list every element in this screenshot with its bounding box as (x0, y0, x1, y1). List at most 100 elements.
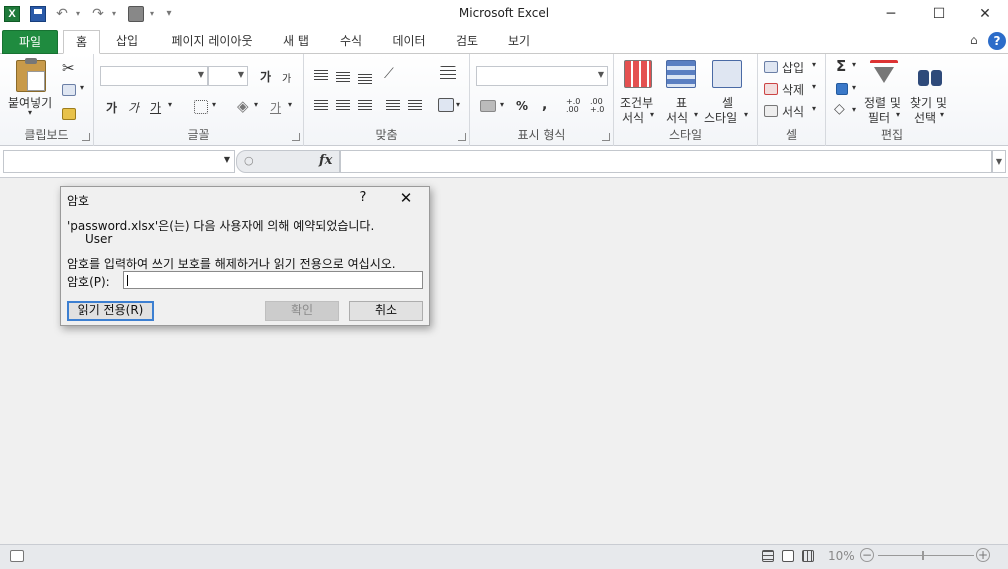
format-dropdown-icon[interactable]: ▾ (812, 104, 816, 113)
macro-record-icon[interactable] (10, 550, 24, 562)
zoom-out-button[interactable]: − (860, 548, 874, 562)
align-bottom-icon[interactable] (358, 74, 372, 85)
font-color-dropdown-icon[interactable]: ▾ (288, 100, 292, 109)
borders-icon[interactable] (194, 100, 208, 114)
zoom-slider-thumb[interactable] (922, 551, 924, 560)
tab-review[interactable]: 검토 (446, 30, 488, 54)
dialog-help-button[interactable]: ? (355, 190, 371, 208)
expand-formula-bar-icon[interactable]: ▼ (992, 150, 1006, 173)
name-box[interactable]: ▼ (3, 150, 235, 173)
zoom-in-button[interactable]: + (976, 548, 990, 562)
align-top-icon[interactable] (314, 70, 328, 81)
ok-button[interactable]: 확인 (265, 301, 339, 321)
read-only-button[interactable]: 읽기 전용(R) (67, 301, 154, 321)
font-color-button[interactable]: 가 (270, 99, 281, 116)
zoom-slider[interactable] (878, 555, 974, 556)
currency-dropdown-icon[interactable]: ▾ (500, 100, 504, 109)
conditional-formatting-icon[interactable] (624, 60, 652, 88)
fill-dropdown-icon[interactable]: ▾ (852, 83, 856, 92)
autosum-dropdown-icon[interactable]: ▾ (852, 60, 856, 69)
tab-data[interactable]: 데이터 (384, 30, 434, 54)
normal-view-icon[interactable] (762, 550, 774, 562)
minimize-ribbon-icon[interactable]: ⌂ (970, 33, 978, 47)
tab-page-layout[interactable]: 페이지 레이아웃 (160, 30, 264, 54)
insert-function-button[interactable]: fx (319, 153, 332, 168)
dialog-close-button[interactable]: ✕ (395, 189, 417, 209)
clear-icon[interactable]: ◇ (834, 101, 845, 117)
fill-icon[interactable] (836, 83, 848, 95)
tab-new-tab[interactable]: 새 탭 (274, 30, 318, 54)
align-right-icon[interactable] (358, 100, 372, 111)
increase-indent-icon[interactable] (408, 100, 422, 111)
currency-icon[interactable] (480, 100, 496, 112)
format-painter-icon[interactable] (62, 108, 76, 120)
number-format-combo[interactable]: ▼ (476, 66, 608, 86)
conditional-dropdown-icon[interactable]: ▾ (650, 110, 654, 119)
sort-filter-label-2[interactable]: 필터 (868, 109, 890, 126)
tab-file[interactable]: 파일 (2, 30, 58, 54)
insert-cells-label[interactable]: 삽입 (782, 59, 804, 76)
page-layout-view-icon[interactable] (782, 550, 794, 562)
conditional-formatting-label-2[interactable]: 서식 (622, 109, 644, 126)
tab-insert[interactable]: 삽입 (106, 30, 148, 54)
find-select-icon[interactable] (916, 60, 944, 88)
delete-dropdown-icon[interactable]: ▾ (812, 82, 816, 91)
autosum-icon[interactable]: Σ (836, 57, 846, 75)
tab-view[interactable]: 보기 (498, 30, 540, 54)
zoom-level[interactable]: 10% (828, 549, 855, 563)
find-dropdown-icon[interactable]: ▾ (940, 110, 944, 119)
wrap-text-icon[interactable] (440, 66, 456, 82)
formula-input[interactable] (340, 150, 992, 173)
paste-icon[interactable] (16, 58, 46, 92)
maximize-button[interactable]: ☐ (916, 0, 962, 28)
formula-grip-icon[interactable]: ○ (244, 154, 254, 167)
format-as-table-icon[interactable] (666, 60, 696, 88)
number-launcher-icon[interactable] (602, 133, 610, 141)
align-left-icon[interactable] (314, 100, 328, 111)
decrease-indent-icon[interactable] (386, 100, 400, 111)
cell-styles-icon[interactable] (712, 60, 742, 88)
grow-font-button[interactable]: 가 (260, 68, 271, 85)
delete-cells-label[interactable]: 삭제 (782, 81, 804, 98)
insert-cells-icon[interactable] (764, 61, 778, 73)
font-size-combo[interactable]: ▼ (208, 66, 248, 86)
borders-dropdown-icon[interactable]: ▾ (212, 100, 216, 109)
clipboard-launcher-icon[interactable] (82, 133, 90, 141)
copy-icon[interactable] (62, 84, 76, 96)
orientation-icon[interactable]: ⟋ (384, 66, 394, 82)
cut-icon[interactable]: ✂ (62, 59, 75, 77)
table-dropdown-icon[interactable]: ▾ (694, 110, 698, 119)
decrease-decimal-button[interactable]: .00 +.0 (590, 98, 608, 114)
insert-dropdown-icon[interactable]: ▾ (812, 60, 816, 69)
fill-color-dropdown-icon[interactable]: ▾ (254, 100, 258, 109)
cell-styles-label-2[interactable]: 스타일 (704, 109, 737, 126)
paste-dropdown-icon[interactable]: ▾ (28, 108, 32, 117)
tab-formulas[interactable]: 수식 (330, 30, 372, 54)
sort-filter-icon[interactable] (870, 60, 898, 88)
find-select-label-2[interactable]: 선택 (914, 109, 936, 126)
merge-center-icon[interactable] (438, 98, 454, 112)
format-as-table-label-2[interactable]: 서식 (666, 109, 688, 126)
copy-dropdown-icon[interactable]: ▾ (80, 83, 84, 92)
comma-button[interactable]: , (542, 97, 547, 113)
clear-dropdown-icon[interactable]: ▾ (852, 105, 856, 114)
password-input[interactable] (123, 271, 423, 289)
font-launcher-icon[interactable] (292, 133, 300, 141)
name-box-dropdown-icon[interactable]: ▼ (224, 155, 230, 164)
close-window-button[interactable]: ✕ (962, 0, 1008, 28)
bold-button[interactable]: 가 (106, 99, 117, 116)
align-middle-icon[interactable] (336, 72, 350, 83)
alignment-launcher-icon[interactable] (458, 133, 466, 141)
increase-decimal-button[interactable]: +.0 .00 (566, 98, 584, 114)
page-break-view-icon[interactable] (802, 550, 814, 562)
shrink-font-button[interactable]: 가 (282, 70, 291, 85)
format-cells-icon[interactable] (764, 105, 778, 117)
underline-button[interactable]: 가 (150, 99, 161, 116)
percent-button[interactable]: % (516, 99, 528, 113)
cell-styles-dropdown-icon[interactable]: ▾ (744, 110, 748, 119)
minimize-button[interactable]: ─ (868, 0, 914, 28)
align-center-icon[interactable] (336, 100, 350, 111)
italic-button[interactable]: 가 (128, 99, 139, 116)
help-icon[interactable]: ? (988, 32, 1006, 50)
cancel-button[interactable]: 취소 (349, 301, 423, 321)
